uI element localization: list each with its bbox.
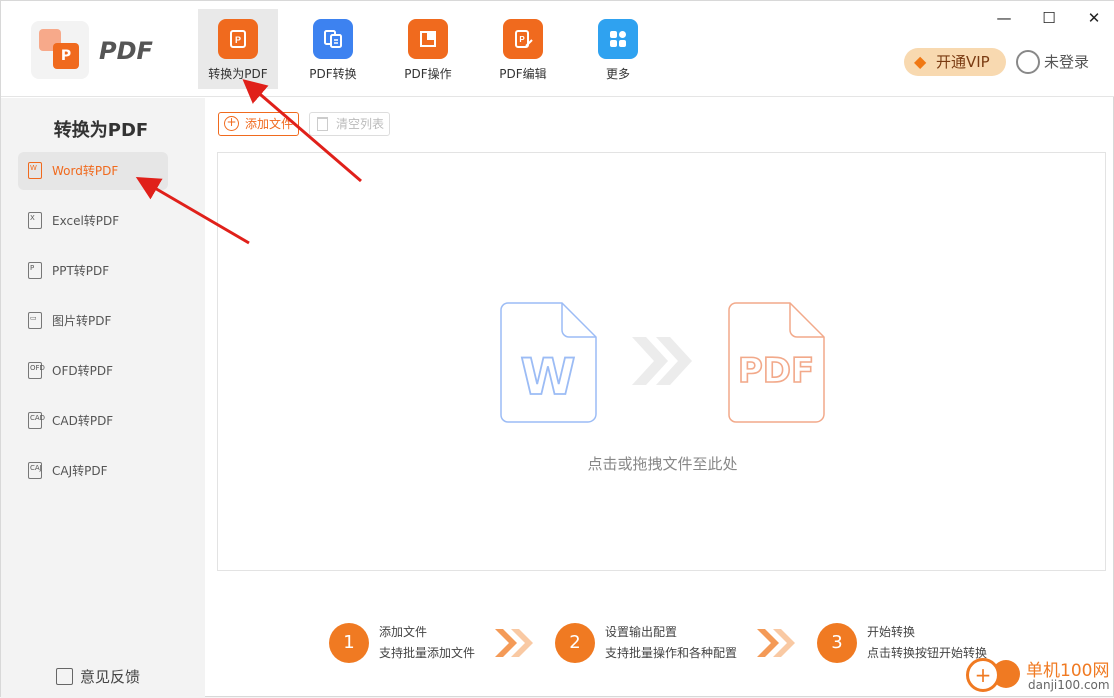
- convert-to-pdf-icon: P: [218, 19, 258, 59]
- nav-label: PDF操作: [404, 67, 452, 81]
- step-desc: 支持批量添加文件: [379, 646, 476, 660]
- add-file-label: 添加文件: [245, 117, 294, 131]
- sidebar-item-label: Excel转PDF: [52, 214, 120, 228]
- step-arrows-icon: [493, 627, 535, 659]
- pdf-convert-icon: [313, 19, 353, 59]
- feedback-label: 意见反馈: [80, 668, 141, 686]
- vip-button[interactable]: ◆ 开通VIP: [904, 48, 1006, 76]
- nav-label: PDF编辑: [499, 67, 547, 81]
- sidebar: 转换为PDF W Word转PDF X Excel转PDF P PPT转PDF …: [1, 98, 205, 698]
- sidebar-item-cad-to-pdf[interactable]: CAD CAD转PDF: [18, 402, 168, 440]
- word-document-icon: W: [500, 302, 597, 423]
- sidebar-item-label: CAD转PDF: [52, 414, 114, 428]
- sidebar-title: 转换为PDF: [53, 120, 149, 141]
- vip-label: 开通VIP: [936, 53, 990, 71]
- pdf-edit-icon: P: [503, 19, 543, 59]
- site-watermark: + 单机100网 danji100.com: [966, 656, 1111, 696]
- minimize-button[interactable]: —: [991, 7, 1017, 29]
- feedback-edit-icon: [56, 668, 73, 685]
- file-drop-zone[interactable]: W PDF 点击或拖拽文件至此处: [217, 152, 1106, 571]
- sidebar-item-ppt-to-pdf[interactable]: P PPT转PDF: [18, 252, 168, 290]
- sidebar-item-label: 图片转PDF: [52, 314, 112, 328]
- nav-tab-pdf-convert[interactable]: PDF转换: [293, 9, 373, 89]
- header: P PDF P 转换为PDF PDF转换 PDF操作 P PDF编辑 更多 — …: [1, 1, 1114, 97]
- convert-arrows-icon: [628, 333, 698, 389]
- pdf-operate-icon: [408, 19, 448, 59]
- sidebar-item-label: Word转PDF: [52, 164, 119, 178]
- nav-label: 转换为PDF: [208, 67, 268, 81]
- caj-file-icon: CAJ: [28, 462, 42, 479]
- feedback-button[interactable]: 意见反馈: [56, 667, 140, 687]
- step-number: 3: [817, 623, 857, 663]
- logo-icon: P: [53, 43, 79, 69]
- watermark-url: danji100.com: [1028, 678, 1110, 692]
- step-number: 2: [555, 623, 595, 663]
- login-button[interactable]: 未登录: [1016, 50, 1089, 74]
- clear-list-button[interactable]: 清空列表: [309, 112, 390, 136]
- ppt-file-icon: P: [28, 262, 42, 279]
- nav-tab-convert-to-pdf[interactable]: P 转换为PDF: [198, 9, 278, 89]
- step-title: 设置输出配置: [605, 625, 678, 639]
- svg-text:W: W: [520, 348, 575, 406]
- sidebar-item-excel-to-pdf[interactable]: X Excel转PDF: [18, 202, 168, 240]
- cad-file-icon: CAD: [28, 412, 45, 429]
- svg-text:PDF: PDF: [738, 351, 814, 391]
- sidebar-item-word-to-pdf[interactable]: W Word转PDF: [18, 152, 168, 190]
- step-number: 1: [329, 623, 369, 663]
- nav-tab-more[interactable]: 更多: [578, 9, 658, 89]
- more-grid-icon: [598, 19, 638, 59]
- excel-file-icon: X: [28, 212, 42, 229]
- sidebar-item-label: CAJ转PDF: [52, 464, 108, 478]
- nav-label: 更多: [605, 67, 630, 81]
- sidebar-item-image-to-pdf[interactable]: ▭ 图片转PDF: [18, 302, 168, 340]
- nav-tab-pdf-edit[interactable]: P PDF编辑: [483, 9, 563, 89]
- app-logo-text: PDF: [99, 37, 153, 65]
- ofd-file-icon: OFD: [28, 362, 45, 379]
- plus-circle-icon: +: [224, 116, 239, 131]
- svg-text:P: P: [519, 35, 525, 44]
- add-file-button[interactable]: + 添加文件: [218, 112, 299, 136]
- step-title: 开始转换: [867, 625, 916, 639]
- image-file-icon: ▭: [28, 312, 42, 329]
- app-logo: P: [31, 21, 89, 79]
- trash-icon: [317, 117, 328, 131]
- step-title: 添加文件: [379, 625, 428, 639]
- login-label: 未登录: [1044, 53, 1090, 71]
- app-window: P PDF P 转换为PDF PDF转换 PDF操作 P PDF编辑 更多 — …: [0, 0, 1114, 698]
- clear-list-label: 清空列表: [336, 117, 385, 131]
- sidebar-item-caj-to-pdf[interactable]: CAJ CAJ转PDF: [18, 452, 168, 490]
- step-arrows-icon: [755, 627, 797, 659]
- close-button[interactable]: ✕: [1081, 7, 1107, 29]
- diamond-icon: ◆: [914, 52, 927, 71]
- watermark-logo-icon: +: [966, 658, 1000, 692]
- nav-label: PDF转换: [309, 67, 357, 81]
- drop-hint-text: 点击或拖拽文件至此处: [587, 455, 738, 473]
- sidebar-item-label: PPT转PDF: [52, 264, 110, 278]
- sidebar-item-label: OFD转PDF: [52, 364, 113, 378]
- user-avatar-icon: [1016, 50, 1040, 74]
- pdf-document-icon: PDF: [728, 302, 825, 423]
- svg-text:P: P: [235, 35, 241, 45]
- sidebar-item-ofd-to-pdf[interactable]: OFD OFD转PDF: [18, 352, 168, 390]
- word-file-icon: W: [28, 162, 42, 179]
- step-desc: 支持批量操作和各种配置: [605, 646, 738, 660]
- nav-tab-pdf-operate[interactable]: PDF操作: [388, 9, 468, 89]
- maximize-button[interactable]: ☐: [1036, 7, 1062, 29]
